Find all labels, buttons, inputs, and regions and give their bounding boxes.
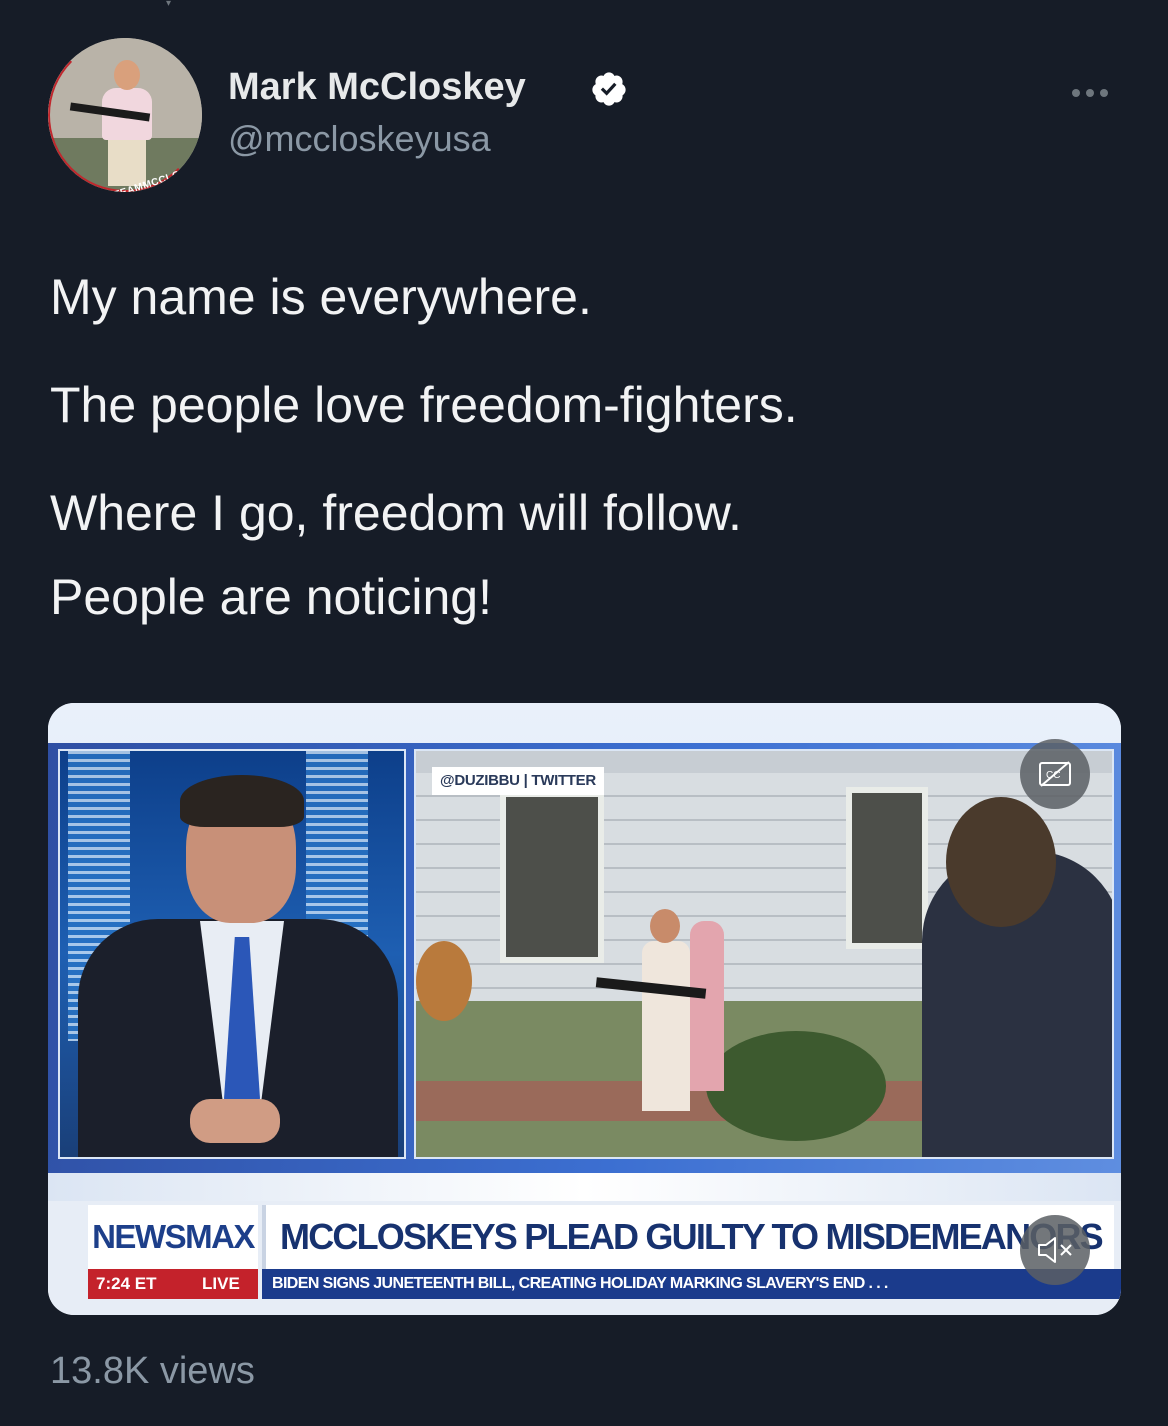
man-figure: [642, 941, 690, 1111]
source-tag: @DUZIBBU | TWITTER: [432, 767, 604, 795]
news-ticker: BIDEN SIGNS JUNETEENTH BILL, CREATING HO…: [262, 1269, 1121, 1299]
lower-third-strip: [48, 1173, 1121, 1201]
tweet-paragraph: People are noticing!: [50, 569, 492, 625]
network-logo: NEWSMAX: [88, 1205, 258, 1269]
flower-pot: [416, 941, 472, 1021]
broadcast-time: 7:24 ET: [96, 1274, 157, 1293]
more-options-icon[interactable]: [1072, 84, 1118, 97]
mute-button[interactable]: [1020, 1215, 1090, 1285]
man-head: [650, 909, 680, 943]
house-window: [846, 787, 928, 949]
tweet-paragraph: The people love freedom-fighters.: [50, 377, 798, 433]
tweet-paragraph: Where I go, freedom will follow.: [50, 485, 742, 541]
view-count: 13.8K views: [50, 1350, 255, 1392]
chevron-down-icon: ▾: [166, 0, 172, 9]
news-headline: MCCLOSKEYS PLEAD GUILTY TO MISDEMEANORS: [262, 1205, 1114, 1269]
anchor-hands: [190, 1099, 280, 1143]
verified-badge-icon: [592, 72, 626, 106]
cc-icon: CC: [1039, 761, 1071, 787]
live-label: LIVE: [202, 1274, 240, 1293]
time-bar: 7:24 ET LIVE: [88, 1269, 258, 1299]
bush: [706, 1031, 886, 1141]
house-window: [500, 791, 604, 963]
captions-button[interactable]: CC: [1020, 739, 1090, 809]
anchor-hair: [180, 775, 304, 827]
foreground-person-head: [946, 797, 1056, 927]
avatar[interactable]: #TEAMMCCLOSKEY: [48, 38, 202, 192]
video-player[interactable]: @DUZIBBU | TWITTER CC NEWSMAX MCCLOSKEYS…: [48, 703, 1121, 1315]
speaker-muted-icon: [1038, 1237, 1072, 1263]
tweet-paragraph: My name is everywhere.: [50, 269, 592, 325]
anchor-frame: [58, 749, 406, 1159]
footage-frame: [414, 749, 1114, 1159]
display-name[interactable]: Mark McCloskey: [228, 66, 526, 109]
woman-figure: [690, 921, 724, 1091]
user-handle[interactable]: @mccloskeyusa: [228, 118, 491, 160]
